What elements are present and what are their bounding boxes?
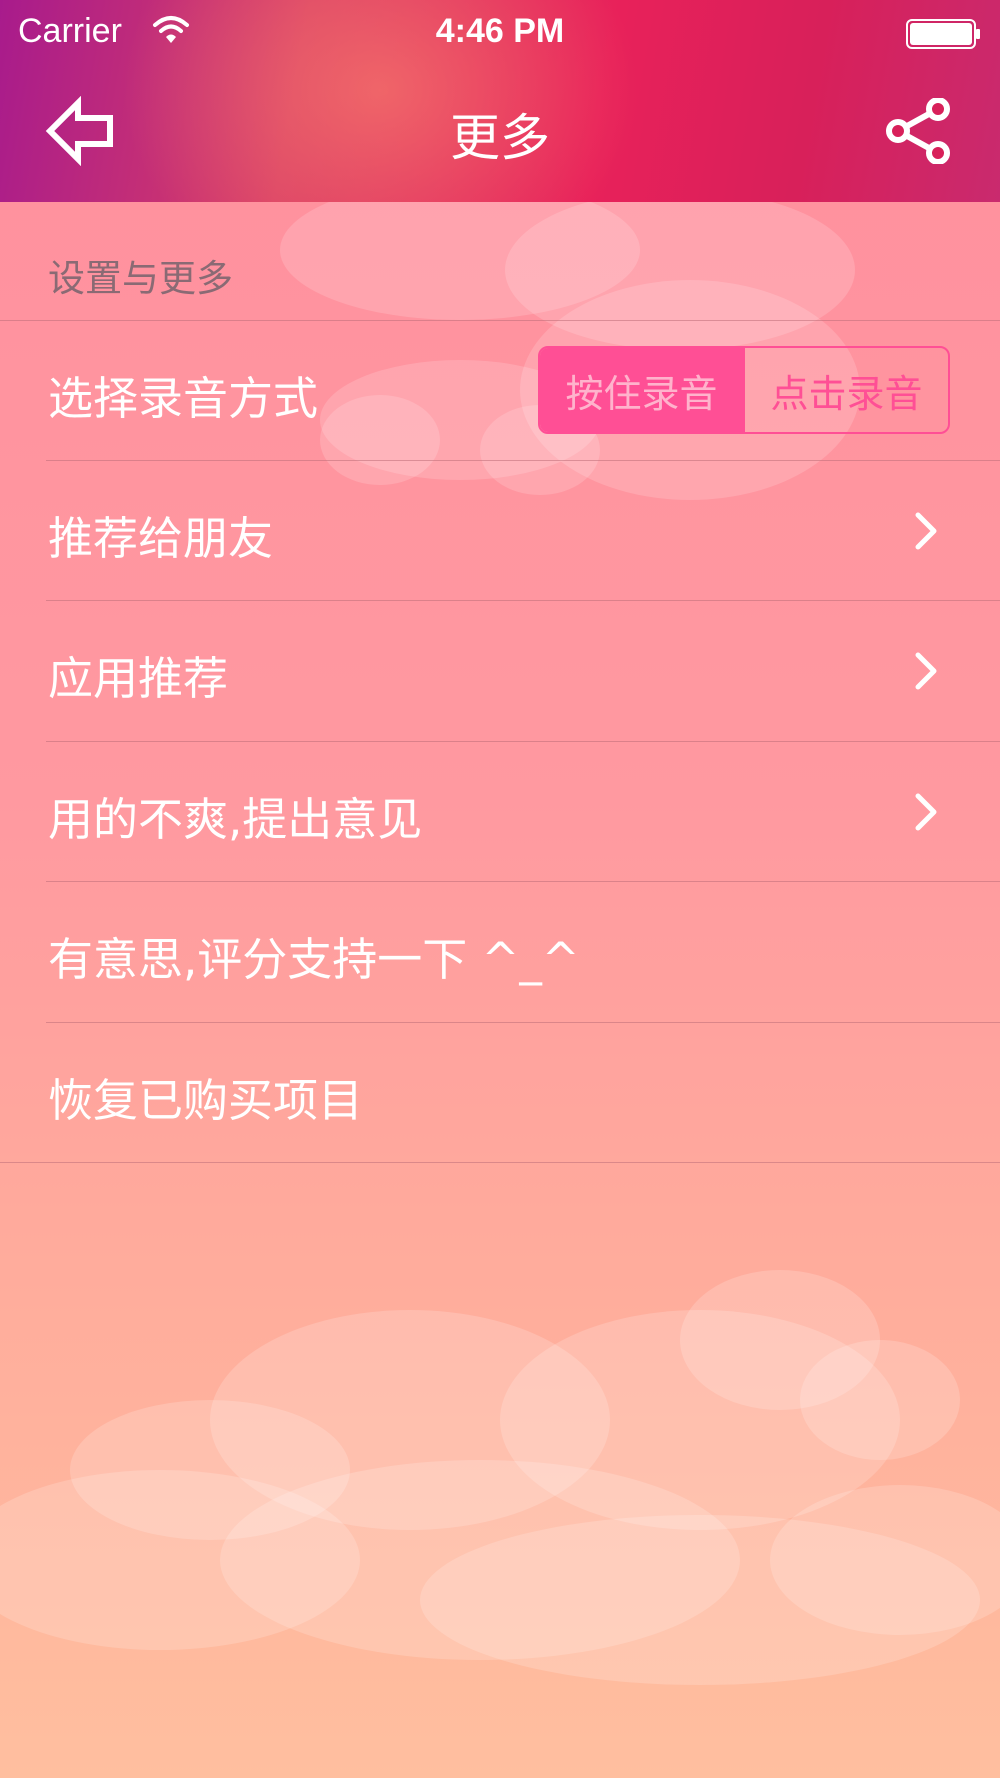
- app-recommend-label: 应用推荐: [48, 652, 229, 705]
- app-recommend-row[interactable]: 应用推荐: [0, 600, 1000, 740]
- recording-mode-label: 选择录音方式: [48, 372, 319, 425]
- rate-app-label: 有意思,评分支持一下 ^_^: [48, 933, 580, 986]
- feedback-label: 用的不爽,提出意见: [48, 793, 423, 846]
- feedback-row[interactable]: 用的不爽,提出意见: [0, 741, 1000, 881]
- chevron-right-icon: [915, 652, 937, 690]
- recommend-friends-label: 推荐给朋友: [48, 512, 274, 565]
- restore-purchases-label: 恢复已购买项目: [48, 1074, 364, 1127]
- status-bar: Carrier 4:46 PM: [0, 0, 1000, 68]
- share-icon: [886, 97, 950, 165]
- list-bottom-divider: [0, 1162, 1000, 1163]
- status-time: 4:46 PM: [435, 12, 565, 50]
- chevron-right-icon: [915, 512, 937, 550]
- recommend-friends-row[interactable]: 推荐给朋友: [0, 460, 1000, 600]
- recording-mode-segmented-control: 按住录音 点击录音: [538, 346, 950, 434]
- rate-app-row[interactable]: 有意思,评分支持一下 ^_^: [0, 881, 1000, 1021]
- page-title: 更多: [450, 109, 550, 167]
- press-to-record-option[interactable]: 按住录音: [540, 348, 743, 432]
- section-title: 设置与更多: [48, 257, 233, 300]
- restore-purchases-row[interactable]: 恢复已购买项目: [0, 1022, 1000, 1162]
- battery-icon: [906, 19, 980, 49]
- share-button[interactable]: [884, 97, 954, 165]
- chevron-right-icon: [915, 793, 937, 831]
- tap-to-record-option[interactable]: 点击录音: [743, 348, 948, 432]
- navigation-header: Carrier 4:46 PM 更多: [0, 0, 1000, 202]
